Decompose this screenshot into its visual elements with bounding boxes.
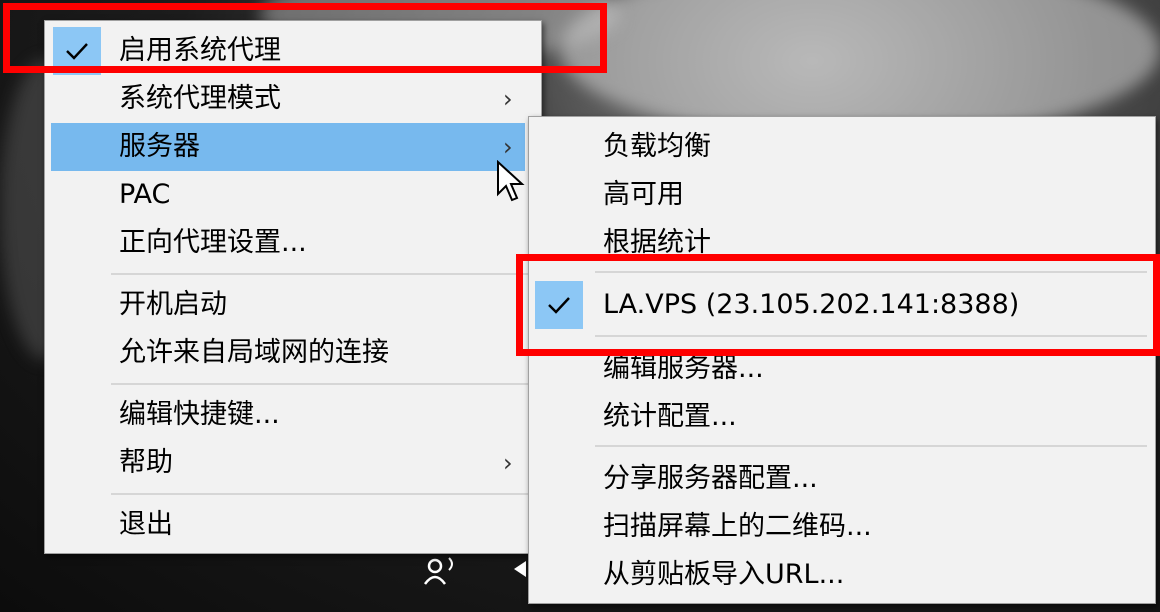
menu-item-pac[interactable]: PAC: [45, 171, 541, 219]
chevron-right-icon: ›: [503, 85, 513, 113]
menu-separator: [595, 445, 1147, 447]
menu-item-servers[interactable]: 服务器 ›: [51, 123, 525, 171]
submenu-item-scan-qrcode[interactable]: 扫描屏幕上的二维码...: [529, 503, 1155, 551]
menu-item-label: 扫描屏幕上的二维码...: [603, 511, 872, 542]
menu-item-label: 退出: [119, 509, 173, 540]
annotation-highlight-enable-proxy: [3, 3, 607, 73]
main-context-menu: 启用系统代理 系统代理模式 › 服务器 › PAC 正向代理设置... 开机启动…: [44, 20, 542, 554]
menu-item-label: PAC: [119, 179, 171, 210]
menu-item-exit[interactable]: 退出: [45, 501, 541, 549]
chevron-right-icon: ›: [503, 449, 513, 477]
menu-separator: [111, 383, 533, 385]
menu-item-help[interactable]: 帮助 ›: [45, 439, 541, 487]
menu-item-label: 统计配置...: [603, 401, 737, 432]
menu-separator: [111, 273, 533, 275]
submenu-item-share-server-config[interactable]: 分享服务器配置...: [529, 455, 1155, 503]
menu-item-forward-proxy[interactable]: 正向代理设置...: [45, 219, 541, 267]
menu-item-edit-hotkeys[interactable]: 编辑快捷键...: [45, 391, 541, 439]
menu-item-label: 编辑快捷键...: [119, 399, 280, 430]
menu-item-label: 正向代理设置...: [119, 227, 307, 258]
mouse-cursor-icon: [496, 159, 526, 208]
menu-item-label: 分享服务器配置...: [603, 463, 818, 494]
submenu-item-load-balance[interactable]: 负载均衡: [529, 123, 1155, 171]
menu-item-system-proxy-mode[interactable]: 系统代理模式 ›: [45, 75, 541, 123]
submenu-item-import-url-clipboard[interactable]: 从剪贴板导入URL...: [529, 551, 1155, 599]
menu-item-label: 系统代理模式: [119, 83, 281, 114]
menu-item-label: 从剪贴板导入URL...: [603, 559, 845, 590]
tray-person-icon[interactable]: [423, 556, 459, 593]
submenu-item-high-availability[interactable]: 高可用: [529, 171, 1155, 219]
tray-arrow-icon[interactable]: [512, 556, 528, 586]
menu-item-label: 服务器: [119, 131, 200, 162]
menu-item-label: 帮助: [119, 447, 173, 478]
menu-item-label: 允许来自局域网的连接: [119, 337, 389, 368]
menu-item-allow-lan[interactable]: 允许来自局域网的连接: [45, 329, 541, 377]
menu-item-start-on-boot[interactable]: 开机启动: [45, 281, 541, 329]
submenu-item-statistics-config[interactable]: 统计配置...: [529, 393, 1155, 441]
annotation-highlight-server: [516, 254, 1160, 356]
menu-separator: [111, 493, 533, 495]
server-submenu: 负载均衡 高可用 根据统计 LA.VPS (23.105.202.141:838…: [528, 116, 1156, 604]
menu-item-label: 高可用: [603, 179, 684, 210]
menu-item-label: 开机启动: [119, 289, 227, 320]
menu-item-label: 负载均衡: [603, 131, 711, 162]
